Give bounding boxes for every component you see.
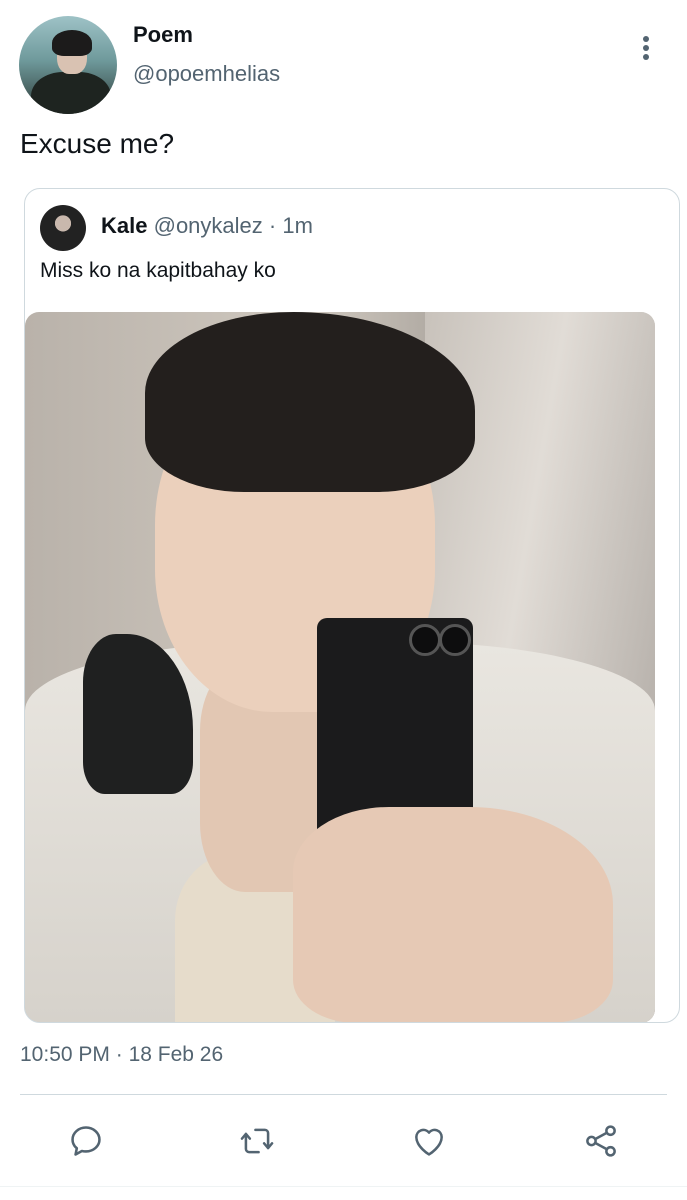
quoted-tweet-card[interactable]: Kale @onykalez · 1m Miss ko na kapitbaha… [24, 188, 680, 1023]
photo-hand [293, 807, 613, 1022]
quoted-tweet-header: Kale @onykalez · 1m [101, 213, 313, 239]
tweet-author-name[interactable]: Poem [133, 22, 193, 48]
photo-phone-lens [439, 624, 471, 656]
tweet-date: 18 Feb 26 [128, 1043, 224, 1066]
quoted-tweet-text: Miss ko na kapitbahay ko [40, 259, 276, 282]
header-separator: · [268, 213, 277, 238]
retweet-icon [240, 1128, 274, 1154]
like-button[interactable] [407, 1119, 451, 1163]
reply-button[interactable] [64, 1119, 108, 1163]
more-options-icon[interactable] [636, 34, 656, 62]
tweet-text: Excuse me? [20, 128, 175, 159]
avatar-hair [52, 30, 92, 56]
timestamp-separator: · [115, 1043, 123, 1066]
quoted-author-handle[interactable]: @onykalez [154, 213, 263, 238]
tweet-time: 10:50 PM [20, 1043, 110, 1066]
photo-phone-lens [409, 624, 441, 656]
tweet-author-handle[interactable]: @opoemhelias [133, 61, 280, 87]
quoted-tweet-photo[interactable] [25, 312, 655, 1022]
retweet-button[interactable] [235, 1119, 279, 1163]
share-button[interactable] [579, 1119, 623, 1163]
quoted-tweet-time: 1m [282, 213, 313, 238]
avatar-coat [31, 72, 111, 114]
reply-icon [71, 1126, 101, 1156]
bottom-divider [0, 1186, 687, 1187]
share-icon [586, 1125, 616, 1157]
like-icon [415, 1128, 443, 1156]
actions-divider [20, 1094, 667, 1095]
quoted-author-name[interactable]: Kale [101, 213, 147, 238]
tweet-author-avatar[interactable] [19, 16, 117, 114]
quoted-author-avatar[interactable] [40, 205, 86, 251]
tweet-timestamp[interactable]: 10:50 PM · 18 Feb 26 [20, 1043, 223, 1067]
